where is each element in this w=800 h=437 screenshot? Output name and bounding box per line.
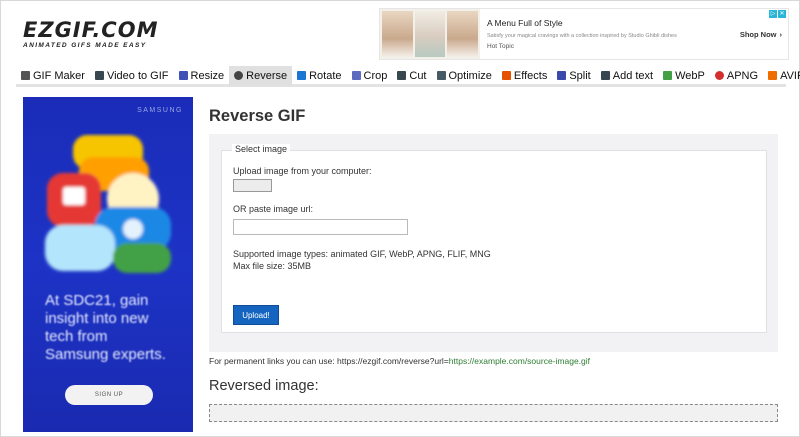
fieldset-legend: Select image	[232, 144, 291, 154]
ad-info-icon[interactable]: ▷	[769, 10, 777, 18]
apng-icon	[714, 71, 724, 80]
nav-tab-gif-maker[interactable]: GIF Maker	[16, 66, 90, 86]
nav-tab-label: Split	[569, 69, 591, 82]
nav-tab-label: Crop	[363, 69, 388, 82]
nav-tab-label: Video to GIF	[106, 69, 169, 82]
logo-tagline: ANIMATED GIFS MADE EASY	[23, 42, 147, 49]
ad-cta-label: Shop Now	[739, 29, 777, 39]
nav-tab-label: Optimize	[448, 69, 492, 82]
nav-tab-reverse[interactable]: Reverse	[229, 65, 293, 86]
nav-tab-label: Resize	[190, 69, 225, 82]
crop-icon	[351, 71, 361, 80]
top-ad-banner[interactable]: A Menu Full of Style Satisfy your magica…	[379, 8, 789, 60]
ad-description: Satisfy your magical cravings with a col…	[487, 33, 677, 39]
reverse-icon	[234, 71, 244, 80]
ad-title: A Menu Full of Style	[487, 18, 563, 28]
nav-tab-label: AVIF	[780, 69, 800, 82]
nav-tab-label: Rotate	[309, 69, 342, 82]
nav-tab-avif[interactable]: AVIF	[763, 66, 800, 86]
nav-tab-label: GIF Maker	[33, 69, 85, 82]
nav-tab-label: APNG	[726, 69, 759, 82]
url-label: OR paste image url:	[233, 204, 314, 214]
permanent-link-example[interactable]: https://example.com/source-image.gif	[449, 356, 590, 366]
webp-icon	[663, 71, 673, 80]
nav-tab-label: WebP	[675, 69, 705, 82]
optimize-icon	[436, 71, 446, 80]
nav-tab-split[interactable]: Split	[552, 66, 595, 86]
ad-copy: At SDC21, gain insight into new tech fro…	[45, 292, 166, 363]
nav-tab-add-text[interactable]: Add text	[596, 66, 658, 86]
ad-brand-samsung: SAMSUNG	[137, 107, 183, 114]
effects-icon	[501, 71, 511, 80]
nav-tab-crop[interactable]: Crop	[347, 66, 393, 86]
nav-tab-webp[interactable]: WebP	[658, 66, 710, 86]
file-chooser-button[interactable]	[233, 179, 272, 192]
resize-icon	[178, 71, 188, 80]
add-text-icon	[600, 71, 610, 80]
video-icon	[94, 71, 104, 80]
nav-tab-label: Cut	[409, 69, 427, 82]
max-size-text: Max file size: 35MB	[233, 261, 312, 271]
permanent-link-prefix: For permanent links you can use: https:/…	[209, 356, 449, 366]
ad-sign-up-button[interactable]: SIGN UP	[65, 385, 153, 405]
ad-shop-now-button[interactable]: Shop Now ›	[734, 30, 788, 39]
ad-illustration	[45, 135, 171, 273]
upload-button[interactable]: Upload!	[233, 305, 279, 325]
select-image-fieldset: Select image Upload image from your comp…	[221, 144, 767, 333]
avif-icon	[768, 71, 778, 80]
tool-nav: GIF Maker Video to GIF Resize Reverse Rotate…	[16, 65, 800, 87]
ad-brand: Hot Topic	[487, 43, 514, 50]
nav-tab-video-to-gif[interactable]: Video to GIF	[90, 66, 174, 86]
output-title: Reversed image:	[209, 378, 319, 394]
nav-tab-cut[interactable]: Cut	[392, 66, 431, 86]
page-frame: EZGIF.COM ANIMATED GIFS MADE EASY A Menu…	[0, 0, 800, 437]
upload-panel: Select image Upload image from your comp…	[209, 134, 778, 352]
ad-close-icon[interactable]: ✕	[778, 10, 786, 18]
ad-text-block: A Menu Full of Style Satisfy your magica…	[480, 18, 734, 50]
nav-tab-label: Effects	[513, 69, 548, 82]
nav-tab-resize[interactable]: Resize	[174, 66, 230, 86]
nav-tab-rotate[interactable]: Rotate	[292, 66, 346, 86]
nav-tab-optimize[interactable]: Optimize	[432, 66, 497, 86]
nav-tab-effects[interactable]: Effects	[497, 66, 552, 86]
rotate-icon	[297, 71, 307, 80]
image-url-input[interactable]	[233, 219, 408, 235]
ad-choices[interactable]: ▷ ✕	[769, 10, 786, 18]
site-logo[interactable]: EZGIF.COM ANIMATED GIFS MADE EASY	[23, 18, 159, 49]
nav-tab-apng[interactable]: APNG	[710, 66, 763, 86]
supported-types-text: Supported image types: animated GIF, Web…	[233, 249, 491, 259]
gif-maker-icon	[21, 71, 30, 80]
nav-tab-label: Add text	[612, 69, 654, 82]
output-image-area	[209, 404, 778, 422]
logo-text: EZGIF.COM	[23, 18, 159, 42]
permanent-link-note: For permanent links you can use: https:/…	[209, 356, 590, 366]
split-icon	[557, 71, 567, 80]
ad-product-image	[380, 9, 480, 59]
page-title: Reverse GIF	[209, 107, 306, 125]
cut-icon	[397, 71, 407, 80]
chevron-right-icon: ›	[779, 29, 783, 39]
nav-tab-label: Reverse	[246, 69, 288, 82]
upload-label: Upload image from your computer:	[233, 166, 372, 176]
left-ad-banner[interactable]: SAMSUNG At SDC21, gain insight into new …	[23, 97, 193, 432]
